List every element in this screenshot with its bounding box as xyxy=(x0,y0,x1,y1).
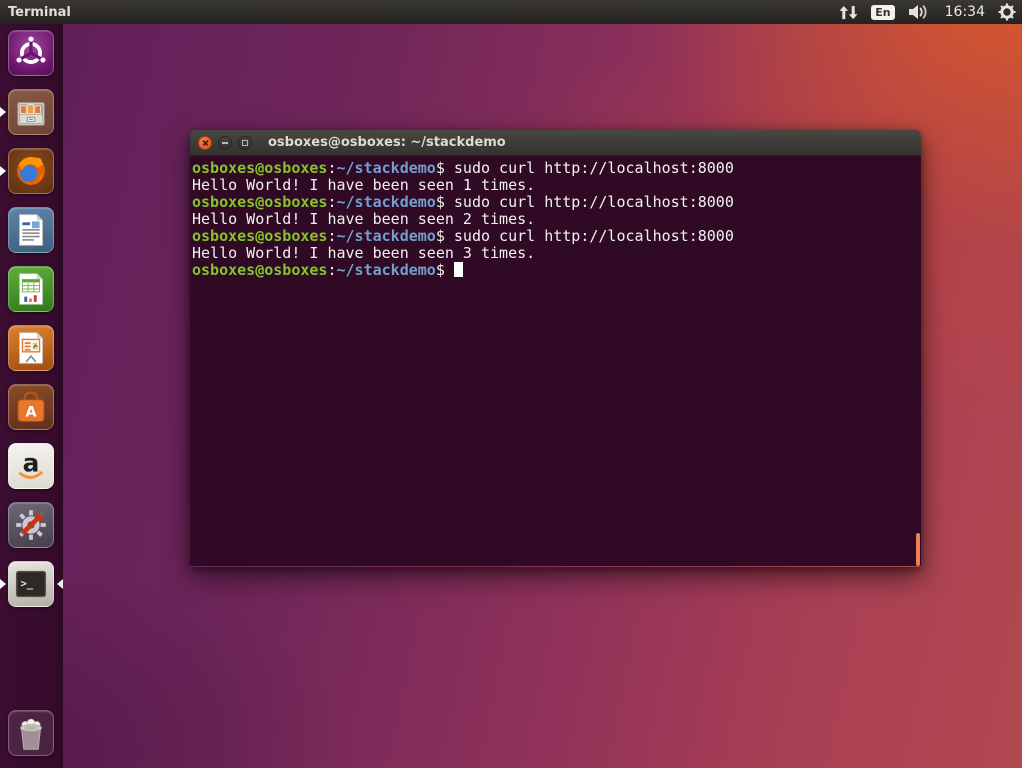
terminal-content[interactable]: osboxes@osboxes:~/stackdemo$ sudo curl h… xyxy=(190,156,921,566)
close-button[interactable] xyxy=(198,136,212,150)
running-indicator-arrow xyxy=(0,107,6,117)
session-gear-icon[interactable] xyxy=(998,3,1016,21)
launcher-item-dash[interactable] xyxy=(8,30,54,76)
launcher-item-calc[interactable] xyxy=(8,266,54,312)
terminal-prompt-line: osboxes@osboxes:~/stackdemo$ xyxy=(192,262,919,279)
launcher-item-trash[interactable] xyxy=(8,710,54,756)
terminal-line: osboxes@osboxes:~/stackdemo$ sudo curl h… xyxy=(192,160,919,177)
terminal-line: osboxes@osboxes:~/stackdemo$ sudo curl h… xyxy=(192,228,919,245)
launcher-item-impress[interactable] xyxy=(8,325,54,371)
ubuntu-dash-icon xyxy=(9,30,53,76)
terminal-line: Hello World! I have been seen 2 times. xyxy=(192,211,919,228)
focused-indicator-arrow xyxy=(57,579,63,589)
trash-icon xyxy=(9,710,53,756)
keyboard-layout-indicator[interactable]: En xyxy=(871,5,894,20)
terminal-prompt-glyph: >_ xyxy=(20,578,33,590)
launcher-item-amazon[interactable]: a xyxy=(8,443,54,489)
system-settings-icon xyxy=(9,502,53,548)
libreoffice-calc-icon xyxy=(9,266,53,312)
running-indicator-arrow xyxy=(0,579,6,589)
launcher-item-software[interactable]: A xyxy=(8,384,54,430)
maximize-icon xyxy=(242,140,248,146)
text-entry-arrows-icon[interactable] xyxy=(839,5,858,20)
system-tray: En 16:34 xyxy=(839,3,1016,21)
libreoffice-writer-icon xyxy=(9,207,53,253)
launcher-item-writer[interactable] xyxy=(8,207,54,253)
terminal-line: osboxes@osboxes:~/stackdemo$ sudo curl h… xyxy=(192,194,919,211)
launcher-item-firefox[interactable] xyxy=(8,148,54,194)
maximize-button[interactable] xyxy=(238,136,252,150)
amazon-icon: a xyxy=(9,443,53,489)
terminal-window: osboxes@osboxes: ~/stackdemo osboxes@osb… xyxy=(190,130,921,567)
scrollbar-thumb[interactable] xyxy=(916,533,920,566)
window-titlebar[interactable]: osboxes@osboxes: ~/stackdemo xyxy=(190,130,921,156)
amazon-a-glyph: a xyxy=(23,449,40,478)
minimize-icon xyxy=(222,142,228,144)
firefox-icon xyxy=(9,148,53,194)
launcher-item-terminal[interactable]: >_ xyxy=(8,561,54,607)
software-a-glyph: A xyxy=(25,405,37,421)
libreoffice-impress-icon xyxy=(9,325,53,371)
clock[interactable]: 16:34 xyxy=(945,4,985,20)
top-panel: Terminal En 16:34 xyxy=(0,0,1022,24)
files-icon xyxy=(9,89,53,135)
running-indicator-arrow xyxy=(0,166,6,176)
terminal-cursor xyxy=(454,262,463,277)
terminal-line: Hello World! I have been seen 1 times. xyxy=(192,177,919,194)
ubuntu-software-icon: A xyxy=(9,384,53,430)
terminal-line: Hello World! I have been seen 3 times. xyxy=(192,245,919,262)
volume-icon[interactable] xyxy=(908,4,932,20)
minimize-button[interactable] xyxy=(218,136,232,150)
launcher-item-settings[interactable] xyxy=(8,502,54,548)
launcher-item-files[interactable] xyxy=(8,89,54,135)
unity-launcher: A a xyxy=(0,24,63,768)
terminal-icon: >_ xyxy=(9,561,53,607)
window-title: osboxes@osboxes: ~/stackdemo xyxy=(268,135,506,150)
active-app-title: Terminal xyxy=(8,5,71,20)
